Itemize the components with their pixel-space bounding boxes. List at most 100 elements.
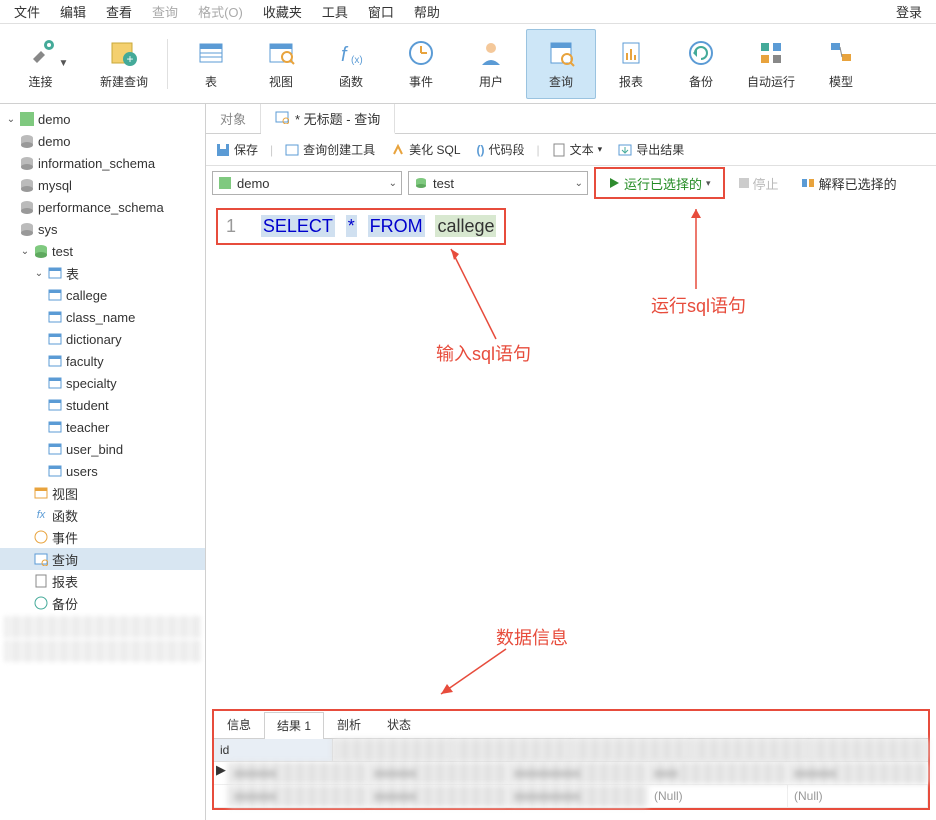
table-node[interactable]: specialty <box>0 372 205 394</box>
table-node[interactable]: student <box>0 394 205 416</box>
menu-view[interactable]: 查看 <box>96 0 142 23</box>
column-header[interactable]: id <box>214 739 333 761</box>
report-button[interactable]: 报表 <box>596 29 666 99</box>
column-header[interactable]: xxxx <box>690 739 809 761</box>
database-icon <box>18 221 36 237</box>
svg-text:(x): (x) <box>351 55 363 66</box>
snippet-button[interactable]: ()代码段 <box>473 139 529 160</box>
export-button[interactable]: 导出结果 <box>614 139 688 160</box>
db-node[interactable]: performance_schema <box>0 196 205 218</box>
new-query-button[interactable]: + 新建查询 <box>89 29 159 99</box>
result-tab-status[interactable]: 状态 <box>374 711 424 738</box>
menu-query[interactable]: 查询 <box>142 0 188 23</box>
db-node[interactable]: demo <box>0 130 205 152</box>
schema-combo[interactable]: test ⌄ <box>408 171 588 195</box>
menu-favorites[interactable]: 收藏夹 <box>253 0 312 23</box>
connection-icon <box>18 111 36 127</box>
tab-objects[interactable]: 对象 <box>206 104 261 133</box>
table-node[interactable]: callege <box>0 284 205 306</box>
db-node-test[interactable]: ⌄test <box>0 240 205 262</box>
result-tab-profile[interactable]: 剖析 <box>324 711 374 738</box>
connect-button[interactable]: 连接 ▼ <box>4 29 89 99</box>
explain-button[interactable]: 解释已选择的 <box>793 171 905 195</box>
table-node[interactable]: users <box>0 460 205 482</box>
report-icon <box>615 37 647 69</box>
table-icon <box>195 37 227 69</box>
cell[interactable]: xxxxxxx <box>368 785 508 807</box>
save-button[interactable]: 保存 <box>212 139 262 160</box>
column-header[interactable]: xxxx <box>571 739 690 761</box>
cell[interactable]: xxxxxxx <box>368 762 508 784</box>
model-button[interactable]: 模型 <box>806 29 876 99</box>
backups-node[interactable]: 备份 <box>0 592 205 614</box>
database-combo[interactable]: demo ⌄ <box>212 171 402 195</box>
menu-file[interactable]: 文件 <box>4 0 50 23</box>
cell[interactable]: xxxx <box>648 762 788 784</box>
cell[interactable]: xxxxxxx <box>228 762 368 784</box>
menu-format[interactable]: 格式(O) <box>188 0 253 23</box>
table-icon <box>46 463 64 479</box>
events-node[interactable]: 事件 <box>0 526 205 548</box>
autorun-button[interactable]: 自动运行 <box>736 29 806 99</box>
functions-node[interactable]: fx函数 <box>0 504 205 526</box>
sql-keyword: SELECT <box>261 215 335 237</box>
menu-tools[interactable]: 工具 <box>312 0 358 23</box>
sql-editor[interactable]: 1 SELECT * FROM callege <box>216 208 506 245</box>
view-button[interactable]: 视图 <box>246 29 316 99</box>
database-icon <box>18 177 36 193</box>
table-node[interactable]: teacher <box>0 416 205 438</box>
result-tab-result1[interactable]: 结果 1 <box>264 712 324 739</box>
stop-button[interactable]: 停止 <box>731 171 787 195</box>
db-node[interactable]: information_schema <box>0 152 205 174</box>
column-header[interactable]: xxxx <box>333 739 452 761</box>
new-query-icon: + <box>108 37 140 69</box>
cell[interactable]: xxxxxxx <box>788 762 928 784</box>
table-button[interactable]: 表 <box>176 29 246 99</box>
beautify-sql-button[interactable]: 美化 SQL <box>387 139 464 160</box>
table-node[interactable]: dictionary <box>0 328 205 350</box>
column-header[interactable]: xxxx <box>452 739 571 761</box>
main-toolbar: 连接 ▼ + 新建查询 表 视图 f(x) 函数 事件 用户 查询 报表 备份 <box>0 24 936 104</box>
cell[interactable]: xxxxxxxxxxx <box>508 785 648 807</box>
table-icon <box>46 397 64 413</box>
text-dropdown[interactable]: 文本▾ <box>548 139 607 160</box>
run-button-highlight: 运行已选择的▾ <box>594 167 725 199</box>
table-node[interactable]: class_name <box>0 306 205 328</box>
db-node[interactable]: sys <box>0 218 205 240</box>
connection-node[interactable]: ⌄demo <box>0 108 205 130</box>
column-header[interactable]: xxxx <box>809 739 928 761</box>
model-icon <box>825 37 857 69</box>
query-button[interactable]: 查询 <box>526 29 596 99</box>
cell[interactable]: xxxxxxxxxxx <box>508 762 648 784</box>
db-node[interactable]: mysql <box>0 174 205 196</box>
run-selected-button[interactable]: 运行已选择的▾ <box>598 171 721 195</box>
cell-null[interactable]: (Null) <box>788 785 928 807</box>
tab-query[interactable]: * 无标题 - 查询 <box>261 104 395 134</box>
table-icon <box>46 375 64 391</box>
menu-help[interactable]: 帮助 <box>404 0 450 23</box>
function-button[interactable]: f(x) 函数 <box>316 29 386 99</box>
cell-null[interactable]: (Null) <box>648 785 788 807</box>
tab-strip: 对象 * 无标题 - 查询 <box>206 104 936 134</box>
menu-window[interactable]: 窗口 <box>358 0 404 23</box>
table-icon <box>46 441 64 457</box>
table-node[interactable]: faculty <box>0 350 205 372</box>
user-button[interactable]: 用户 <box>456 29 526 99</box>
tables-folder[interactable]: ⌄表 <box>0 262 205 284</box>
table-node[interactable]: user_bind <box>0 438 205 460</box>
login-link[interactable]: 登录 <box>896 2 932 21</box>
result-tabs: 信息 结果 1 剖析 状态 <box>214 711 928 739</box>
menu-edit[interactable]: 编辑 <box>50 0 96 23</box>
event-button[interactable]: 事件 <box>386 29 456 99</box>
result-grid[interactable]: id xxxx xxxx xxxx xxxx xxxx ▶ xxxxxxx xx… <box>214 739 928 808</box>
reports-node[interactable]: 报表 <box>0 570 205 592</box>
queries-node[interactable]: 查询 <box>0 548 205 570</box>
query-builder-button[interactable]: 查询创建工具 <box>281 139 379 160</box>
cell[interactable]: xxxxxxx <box>228 785 368 807</box>
backup-button[interactable]: 备份 <box>666 29 736 99</box>
result-tab-info[interactable]: 信息 <box>214 711 264 738</box>
menu-bar: 文件 编辑 查看 查询 格式(O) 收藏夹 工具 窗口 帮助 登录 <box>0 0 936 24</box>
db-small-icon <box>413 177 429 189</box>
row-pointer-icon: ▶ <box>214 762 228 784</box>
views-node[interactable]: 视图 <box>0 482 205 504</box>
